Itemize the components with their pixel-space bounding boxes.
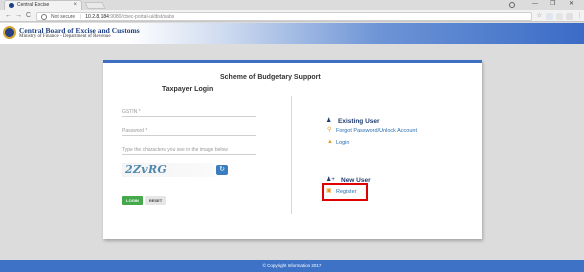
new-tab-button[interactable] [84,2,106,9]
gstin-input[interactable] [122,107,256,117]
close-window-button[interactable]: ✕ [569,0,574,9]
security-status: Not secure [51,14,76,20]
maximize-button[interactable]: ❐ [550,0,555,9]
app-header: Central Board of Excise and Customs Mini… [0,23,584,44]
captcha-image: 2ZvRG [122,163,214,177]
info-icon[interactable] [41,14,47,20]
org-subtitle: Ministry of Finance - Department of Reve… [19,34,111,39]
menu-icon[interactable]: ⋮ [576,13,583,20]
password-input[interactable] [122,126,256,136]
unlock-icon: ⚲ [327,127,332,133]
user-icon: ♟ [326,118,332,124]
forgot-password-link[interactable]: Forgot Password/Unlock Account [336,128,417,134]
url-host: 10.2.8.184 [85,14,109,20]
minimize-button[interactable]: — [532,0,538,9]
extension-icon[interactable] [546,13,553,20]
address-separator: | [79,14,81,20]
tab-close-icon[interactable]: × [73,1,77,10]
login-heading: Taxpayer Login [162,86,214,93]
reset-button[interactable]: RESET [145,196,166,205]
extension-icon[interactable] [566,13,573,20]
bookmark-star-icon[interactable]: ☆ [536,13,543,20]
back-icon[interactable]: ← [5,12,12,20]
url-input[interactable]: Not secure | 10.2.8.184:9080/cbec-portal… [36,12,532,21]
address-bar-row: ← → C Not secure | 10.2.8.184:9080/cbec-… [0,10,584,22]
register-link[interactable]: Register [336,189,356,195]
emblem-logo-icon [3,26,16,39]
forward-icon[interactable]: → [15,12,22,20]
vertical-divider [291,96,292,214]
refresh-captcha-icon[interactable]: ↻ [216,165,228,175]
footer: © Copyright Information 2017 [0,260,584,272]
login-link[interactable]: Login [336,140,349,146]
page-title: Scheme of Budgetary Support [220,74,321,81]
url-path: :9080/cbec-portal-ui/dist/sabs [108,14,175,20]
lock-icon: ▲ [327,139,333,145]
reload-icon[interactable]: C [26,12,31,20]
browser-tab[interactable]: Central Excise × [4,0,82,10]
tab-title: Central Excise [17,2,50,8]
profile-icon[interactable] [509,2,515,8]
login-button[interactable]: LOGIN [122,196,143,205]
browser-tab-bar: Central Excise × — ❐ ✕ [0,0,584,10]
extension-icon[interactable] [556,13,563,20]
emblem-favicon-icon [9,3,14,8]
existing-user-heading: Existing User [338,118,380,125]
document-icon: ▣ [326,188,332,194]
captcha-input[interactable] [122,145,256,155]
